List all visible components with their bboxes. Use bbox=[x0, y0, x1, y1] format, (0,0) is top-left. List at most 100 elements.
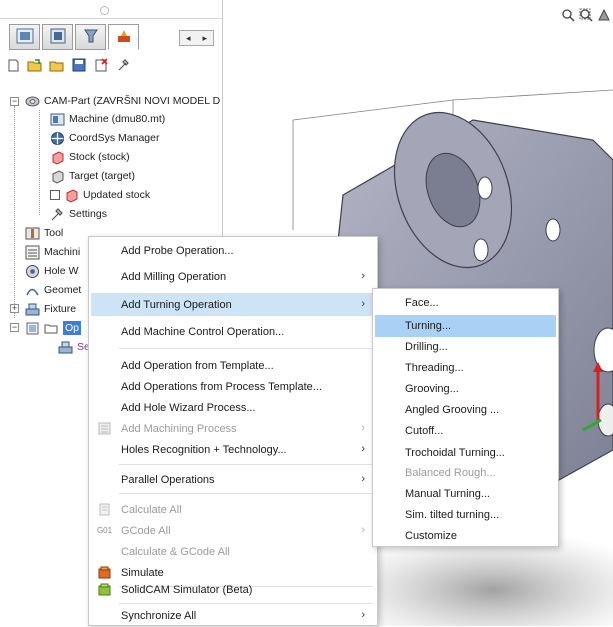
bolt-hole bbox=[473, 238, 489, 262]
menu-parallel-operations[interactable]: Parallel Operations › bbox=[91, 468, 375, 491]
hole-icon bbox=[25, 264, 40, 279]
tree-item-fixtures[interactable]: Fixture bbox=[25, 300, 76, 318]
tab-scroll-buttons[interactable]: ◂ ▸ bbox=[179, 30, 214, 46]
tree-item-machining[interactable]: Machini bbox=[25, 243, 80, 261]
operations-folder-icon bbox=[44, 321, 59, 336]
submenu-arrow-icon: › bbox=[361, 422, 365, 434]
menu-solidcam-simulator-beta[interactable]: SolidCAM Simulator (Beta) bbox=[91, 578, 375, 601]
tree-item-coordsys[interactable]: CoordSys Manager bbox=[50, 129, 159, 147]
setup-icon bbox=[58, 340, 73, 355]
property-manager-tab[interactable] bbox=[42, 24, 73, 50]
menu-add-turning-operation[interactable]: Add Turning Operation › bbox=[91, 293, 375, 316]
submenu-arrow-icon: › bbox=[361, 270, 365, 282]
machine-icon bbox=[50, 112, 65, 127]
updated-stock-checkbox[interactable] bbox=[50, 190, 60, 200]
calculate-icon bbox=[97, 502, 112, 517]
submenu-arrow-icon: › bbox=[361, 298, 365, 310]
settings-wrench-icon bbox=[50, 207, 65, 222]
settings-icon[interactable] bbox=[114, 56, 132, 74]
property-icon bbox=[49, 28, 67, 47]
new-icon[interactable] bbox=[4, 56, 22, 74]
tree-item-machine[interactable]: Machine (dmu80.mt) bbox=[50, 110, 165, 128]
tree-item-operations[interactable]: Op bbox=[25, 319, 82, 337]
menu-add-operation-from-template[interactable]: Add Operation from Template... bbox=[91, 354, 375, 377]
submenu-angled-grooving[interactable]: Angled Grooving ... bbox=[375, 399, 556, 421]
geometry-icon bbox=[25, 283, 40, 298]
feature-manager-tab[interactable] bbox=[9, 24, 40, 50]
updated-stock-icon bbox=[64, 188, 79, 203]
tool-icon bbox=[25, 226, 40, 241]
submenu-manual-turning[interactable]: Manual Turning... bbox=[375, 483, 556, 505]
menu-synchronize-all[interactable]: Synchronize All › bbox=[91, 604, 375, 627]
open-icon[interactable] bbox=[26, 56, 44, 74]
bolt-hole bbox=[477, 176, 493, 200]
turning-operation-submenu: Face... Turning... Drilling... Threading… bbox=[372, 288, 559, 547]
submenu-arrow-icon: › bbox=[361, 473, 365, 485]
panel-divider bbox=[0, 18, 222, 19]
bolt-hole bbox=[545, 218, 561, 242]
submenu-face[interactable]: Face... bbox=[375, 292, 556, 314]
menu-add-probe-operation[interactable]: Add Probe Operation... bbox=[91, 239, 375, 262]
operations-checkbox-icon bbox=[25, 321, 40, 336]
delete-icon[interactable] bbox=[92, 56, 110, 74]
submenu-drilling[interactable]: Drilling... bbox=[375, 336, 556, 358]
context-menu: Add Probe Operation... Add Milling Opera… bbox=[88, 236, 378, 626]
save-icon[interactable] bbox=[70, 56, 88, 74]
submenu-trochoidal-turning[interactable]: Trochoidal Turning... bbox=[375, 442, 556, 464]
submenu-threading[interactable]: Threading... bbox=[375, 357, 556, 379]
solidcam-icon bbox=[115, 28, 133, 47]
feature-tree-icon bbox=[16, 28, 34, 47]
tree-item-geometries[interactable]: Geomet bbox=[25, 281, 81, 299]
submenu-arrow-icon: › bbox=[361, 524, 365, 536]
tree-item-hole-wizard[interactable]: Hole W bbox=[25, 262, 78, 280]
tree-item-setup[interactable]: Se bbox=[58, 338, 90, 356]
tree-item-cam-part[interactable]: CAM-Part (ZAVRŠNI NOVI MODEL D bbox=[25, 92, 220, 110]
machining-icon bbox=[25, 245, 40, 260]
submenu-arrow-icon: › bbox=[361, 443, 365, 455]
part-icon bbox=[25, 94, 40, 109]
menu-add-machining-process[interactable]: Add Machining Process › bbox=[91, 417, 375, 440]
submenu-cutoff[interactable]: Cutoff... bbox=[375, 420, 556, 442]
scroll-right-icon[interactable]: ▸ bbox=[202, 33, 207, 44]
fixture-icon bbox=[25, 302, 40, 317]
menu-add-milling-operation[interactable]: Add Milling Operation › bbox=[91, 265, 375, 288]
submenu-customize[interactable]: Customize bbox=[375, 525, 556, 547]
menu-separator bbox=[119, 348, 373, 349]
stock-icon bbox=[50, 150, 65, 165]
menu-separator bbox=[119, 464, 373, 465]
menu-add-operations-from-process-template[interactable]: Add Operations from Process Template... bbox=[91, 375, 375, 398]
tree-item-updated-stock[interactable]: Updated stock bbox=[50, 186, 150, 204]
menu-add-machine-control-operation[interactable]: Add Machine Control Operation... bbox=[91, 320, 375, 343]
tree-item-settings[interactable]: Settings bbox=[50, 205, 107, 223]
menu-gcode-all[interactable]: G01 GCode All › bbox=[91, 519, 375, 542]
solidcam-manager-tab[interactable] bbox=[108, 24, 139, 50]
tree-guide-line bbox=[14, 106, 15, 318]
tree-guide-line bbox=[39, 110, 40, 215]
panel-resize-grip[interactable] bbox=[100, 6, 109, 15]
simulator-icon bbox=[97, 582, 112, 597]
tree-item-tool[interactable]: Tool bbox=[25, 224, 63, 242]
menu-calculate-gcode-all[interactable]: Calculate & GCode All bbox=[91, 540, 375, 563]
menu-separator bbox=[119, 493, 373, 494]
submenu-balanced-rough[interactable]: Balanced Rough... bbox=[375, 462, 556, 484]
menu-add-hole-wizard-process[interactable]: Add Hole Wizard Process... bbox=[91, 396, 375, 419]
configuration-manager-tab[interactable] bbox=[75, 24, 106, 50]
machining-process-icon bbox=[97, 421, 112, 436]
menu-calculate-all[interactable]: Calculate All bbox=[91, 498, 375, 521]
scroll-left-icon[interactable]: ◂ bbox=[186, 33, 191, 44]
coordsys-icon bbox=[50, 131, 65, 146]
gcode-icon: G01 bbox=[96, 526, 113, 535]
submenu-turning[interactable]: Turning... bbox=[375, 315, 556, 337]
configuration-icon bbox=[82, 28, 100, 47]
open-folder-icon[interactable] bbox=[48, 56, 66, 74]
submenu-arrow-icon: › bbox=[361, 609, 365, 621]
fixtures-expander[interactable]: + bbox=[10, 304, 19, 313]
target-icon bbox=[50, 169, 65, 184]
part-expander[interactable]: − bbox=[10, 97, 19, 106]
menu-holes-recognition-technology[interactable]: Holes Recognition + Technology... › bbox=[91, 438, 375, 461]
tree-item-target[interactable]: Target (target) bbox=[50, 167, 135, 185]
operations-expander[interactable]: − bbox=[10, 323, 19, 332]
tree-item-stock[interactable]: Stock (stock) bbox=[50, 148, 130, 166]
submenu-grooving[interactable]: Grooving... bbox=[375, 378, 556, 400]
submenu-sim-tilted-turning[interactable]: Sim. tilted turning... bbox=[375, 504, 556, 526]
